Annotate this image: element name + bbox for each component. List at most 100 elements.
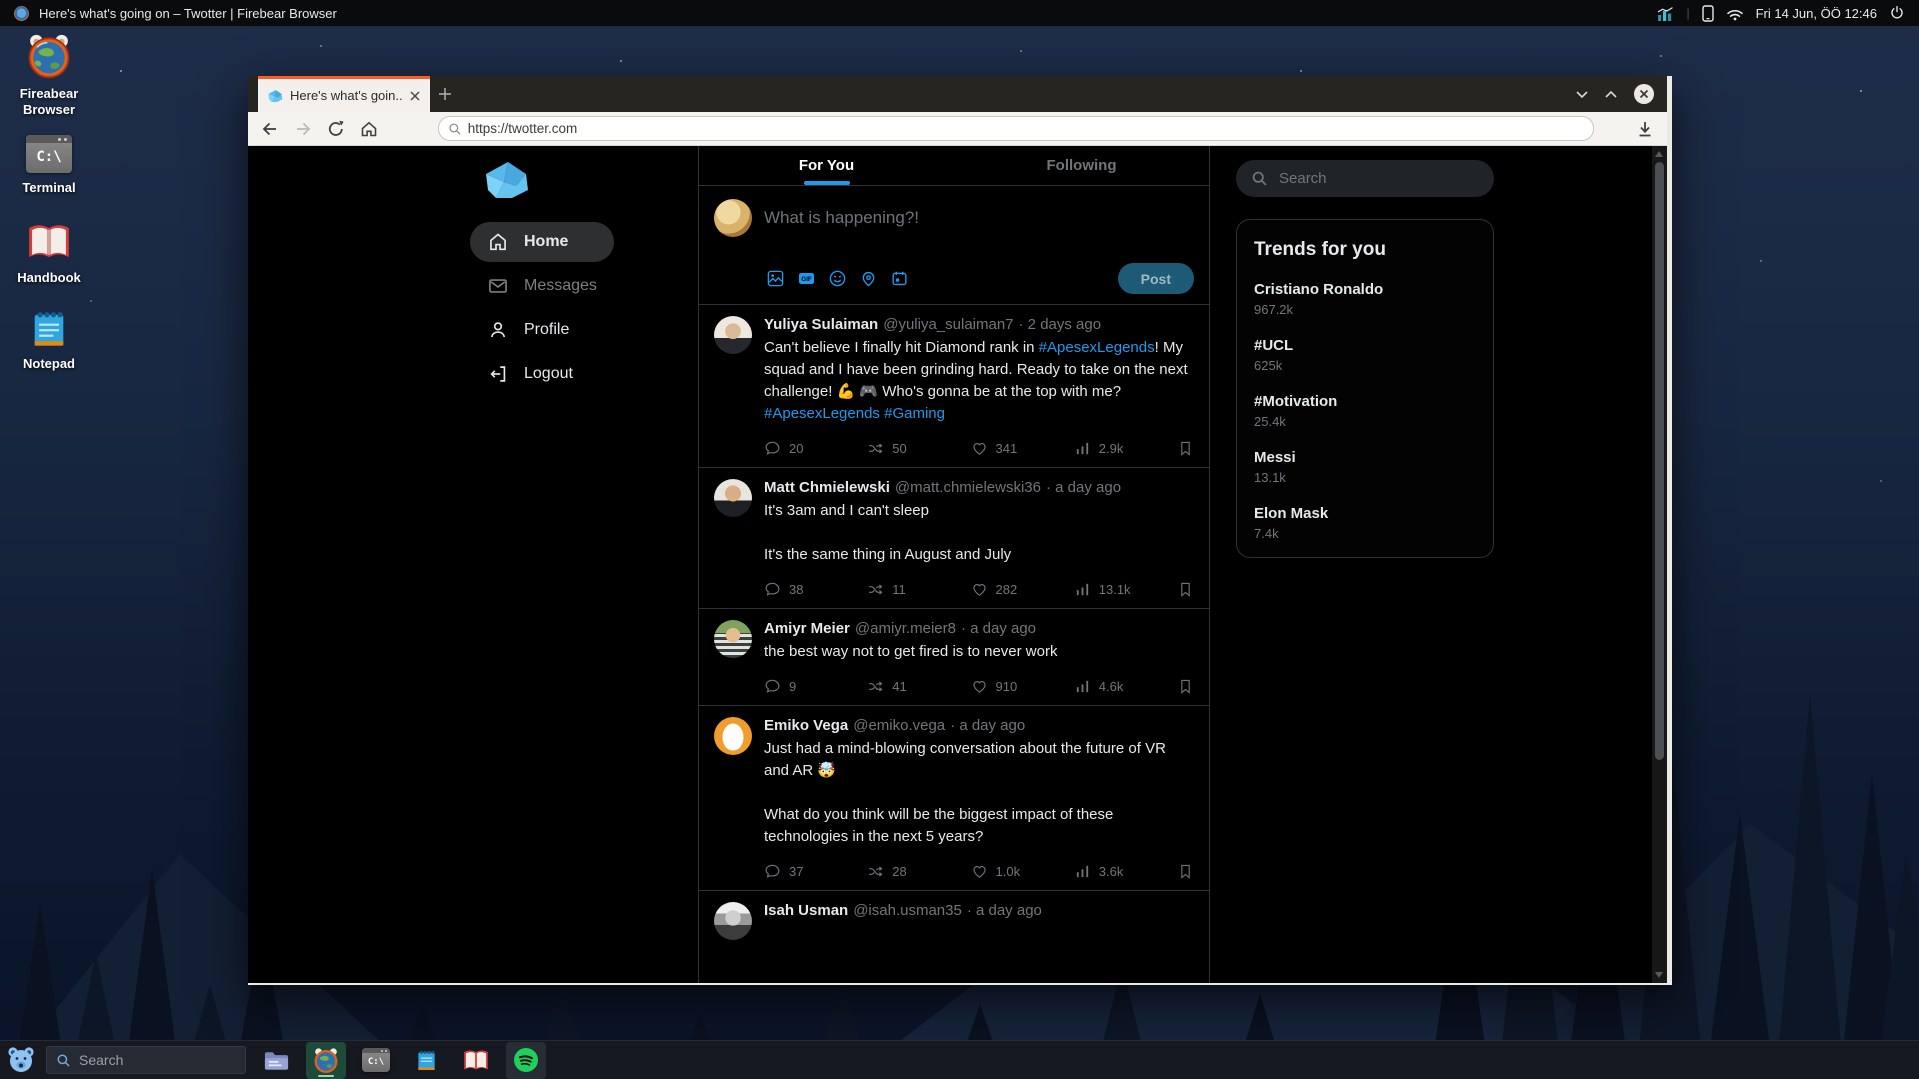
trend-item[interactable]: #Motivation 25.4k bbox=[1254, 393, 1476, 429]
tweet[interactable]: Isah Usman @isah.usman35 · a day ago bbox=[699, 891, 1209, 950]
tweet-author[interactable]: Matt Chmielewski bbox=[764, 479, 890, 496]
avatar[interactable] bbox=[714, 717, 752, 755]
reply-stat[interactable]: 37 bbox=[764, 863, 822, 880]
trend-name[interactable]: #UCL bbox=[1254, 337, 1476, 354]
search-input[interactable] bbox=[1279, 170, 1449, 187]
repost-stat[interactable]: 11 bbox=[867, 581, 925, 598]
nav-item-messages[interactable]: Messages bbox=[470, 266, 614, 306]
start-menu-bear-icon[interactable] bbox=[6, 1045, 36, 1075]
tweet-handle[interactable]: @yuliya_sulaiman7 bbox=[883, 316, 1013, 333]
like-stat[interactable]: 341 bbox=[971, 440, 1029, 457]
tweet[interactable]: Emiko Vega @emiko.vega · a day ago Just … bbox=[699, 706, 1209, 891]
scrollbar-down-arrow[interactable] bbox=[1655, 972, 1663, 978]
tweet-author[interactable]: Emiko Vega bbox=[764, 717, 848, 734]
reply-stat[interactable]: 9 bbox=[764, 678, 822, 695]
twotter-search[interactable] bbox=[1236, 160, 1494, 197]
nav-item-home[interactable]: Home bbox=[470, 222, 614, 262]
tweet-handle[interactable]: @matt.chmielewski36 bbox=[895, 479, 1041, 496]
trend-item[interactable]: Elon Mask 7.4k bbox=[1254, 505, 1476, 541]
like-stat[interactable]: 1.0k bbox=[971, 863, 1029, 880]
taskbar-notepad[interactable] bbox=[406, 1042, 446, 1079]
trend-name[interactable]: #Motivation bbox=[1254, 393, 1476, 410]
tweet-handle[interactable]: @amiyr.meier8 bbox=[855, 620, 956, 637]
reload-button[interactable] bbox=[326, 119, 346, 139]
like-stat[interactable]: 910 bbox=[971, 678, 1029, 695]
wifi-icon[interactable] bbox=[1726, 6, 1744, 21]
avatar[interactable] bbox=[714, 620, 752, 658]
nav-item-logout[interactable]: Logout bbox=[470, 354, 614, 394]
taskbar-search[interactable] bbox=[46, 1046, 246, 1074]
desktop-icon-handbook[interactable]: Handbook bbox=[0, 221, 98, 286]
trend-name[interactable]: Elon Mask bbox=[1254, 505, 1476, 522]
phone-icon[interactable] bbox=[1702, 5, 1714, 22]
hashtag-link[interactable]: #ApesexLegends bbox=[764, 405, 880, 422]
scrollbar-thumb[interactable] bbox=[1655, 162, 1664, 760]
emoji-icon[interactable] bbox=[828, 269, 847, 288]
views-stat[interactable]: 13.1k bbox=[1074, 581, 1132, 598]
views-stat[interactable]: 4.6k bbox=[1074, 678, 1132, 695]
system-monitor-icon[interactable] bbox=[1657, 6, 1674, 21]
bookmark-button[interactable] bbox=[1177, 581, 1194, 598]
hashtag-link[interactable]: #Gaming bbox=[884, 405, 945, 422]
tab-for-you[interactable]: For You bbox=[699, 146, 954, 185]
power-icon[interactable] bbox=[1889, 5, 1905, 21]
avatar[interactable] bbox=[714, 902, 752, 940]
tweet[interactable]: Amiyr Meier @amiyr.meier8 · a day ago th… bbox=[699, 609, 1209, 706]
tweet-handle[interactable]: @emiko.vega bbox=[853, 717, 945, 734]
window-expand-icon[interactable] bbox=[1605, 90, 1617, 99]
page-scrollbar[interactable] bbox=[1652, 146, 1667, 983]
trend-item[interactable]: #UCL 625k bbox=[1254, 337, 1476, 373]
bookmark-button[interactable] bbox=[1177, 863, 1194, 880]
schedule-icon[interactable] bbox=[890, 269, 909, 288]
taskbar-file-manager[interactable] bbox=[256, 1042, 296, 1079]
media-icon[interactable] bbox=[766, 269, 785, 288]
taskbar-terminal[interactable]: C:\ bbox=[356, 1042, 396, 1079]
trend-item[interactable]: Cristiano Ronaldo 967.2k bbox=[1254, 281, 1476, 317]
current-user-avatar[interactable] bbox=[714, 199, 752, 237]
tab-following[interactable]: Following bbox=[954, 146, 1209, 185]
tweet-author[interactable]: Isah Usman bbox=[764, 902, 848, 919]
tweet-handle[interactable]: @isah.usman35 bbox=[853, 902, 962, 919]
taskbar-firebear-browser[interactable] bbox=[306, 1042, 346, 1079]
download-button[interactable] bbox=[1635, 119, 1655, 139]
trend-name[interactable]: Cristiano Ronaldo bbox=[1254, 281, 1476, 298]
trend-name[interactable]: Messi bbox=[1254, 449, 1476, 466]
tweet-author[interactable]: Yuliya Sulaiman bbox=[764, 316, 878, 333]
taskbar-handbook[interactable] bbox=[456, 1042, 496, 1079]
repost-stat[interactable]: 41 bbox=[867, 678, 925, 695]
clock[interactable]: Fri 14 Jun, ÖÖ 12:46 bbox=[1756, 6, 1877, 21]
forward-button[interactable] bbox=[293, 119, 313, 139]
browser-tab[interactable]: Here's what's goin... bbox=[258, 76, 430, 112]
avatar[interactable] bbox=[714, 316, 752, 354]
like-stat[interactable]: 282 bbox=[971, 581, 1029, 598]
nav-item-profile[interactable]: Profile bbox=[470, 310, 614, 350]
scrollbar-up-arrow[interactable] bbox=[1655, 151, 1663, 157]
tweet[interactable]: Matt Chmielewski @matt.chmielewski36 · a… bbox=[699, 468, 1209, 609]
repost-stat[interactable]: 28 bbox=[867, 863, 925, 880]
tab-close-icon[interactable] bbox=[409, 90, 421, 102]
url-bar[interactable] bbox=[438, 116, 1594, 141]
trend-item[interactable]: Messi 13.1k bbox=[1254, 449, 1476, 485]
desktop-icon-notepad[interactable]: Notepad bbox=[0, 307, 98, 372]
views-stat[interactable]: 3.6k bbox=[1074, 863, 1132, 880]
url-input[interactable] bbox=[468, 121, 1584, 136]
avatar[interactable] bbox=[714, 479, 752, 517]
tweet-author[interactable]: Amiyr Meier bbox=[764, 620, 850, 637]
views-stat[interactable]: 2.9k bbox=[1074, 440, 1132, 457]
location-icon[interactable] bbox=[859, 269, 878, 288]
gif-icon[interactable]: GIF bbox=[797, 269, 816, 288]
desktop-icon-terminal[interactable]: C:\ Terminal bbox=[0, 135, 98, 196]
window-close-button[interactable] bbox=[1634, 84, 1654, 104]
taskbar-spotify[interactable] bbox=[506, 1042, 546, 1079]
tweet[interactable]: Yuliya Sulaiman @yuliya_sulaiman7 · 2 da… bbox=[699, 305, 1209, 468]
window-collapse-icon[interactable] bbox=[1576, 90, 1588, 99]
new-tab-button[interactable] bbox=[430, 76, 460, 112]
bookmark-button[interactable] bbox=[1177, 678, 1194, 695]
hashtag-link[interactable]: #ApesexLegends bbox=[1039, 339, 1155, 356]
back-button[interactable] bbox=[260, 119, 280, 139]
composer-input[interactable] bbox=[764, 199, 1194, 228]
desktop-icon-firebear-browser[interactable]: Fireabear Browser bbox=[0, 33, 98, 119]
taskbar-search-input[interactable] bbox=[79, 1052, 219, 1068]
reply-stat[interactable]: 20 bbox=[764, 440, 822, 457]
home-button[interactable] bbox=[359, 119, 379, 139]
